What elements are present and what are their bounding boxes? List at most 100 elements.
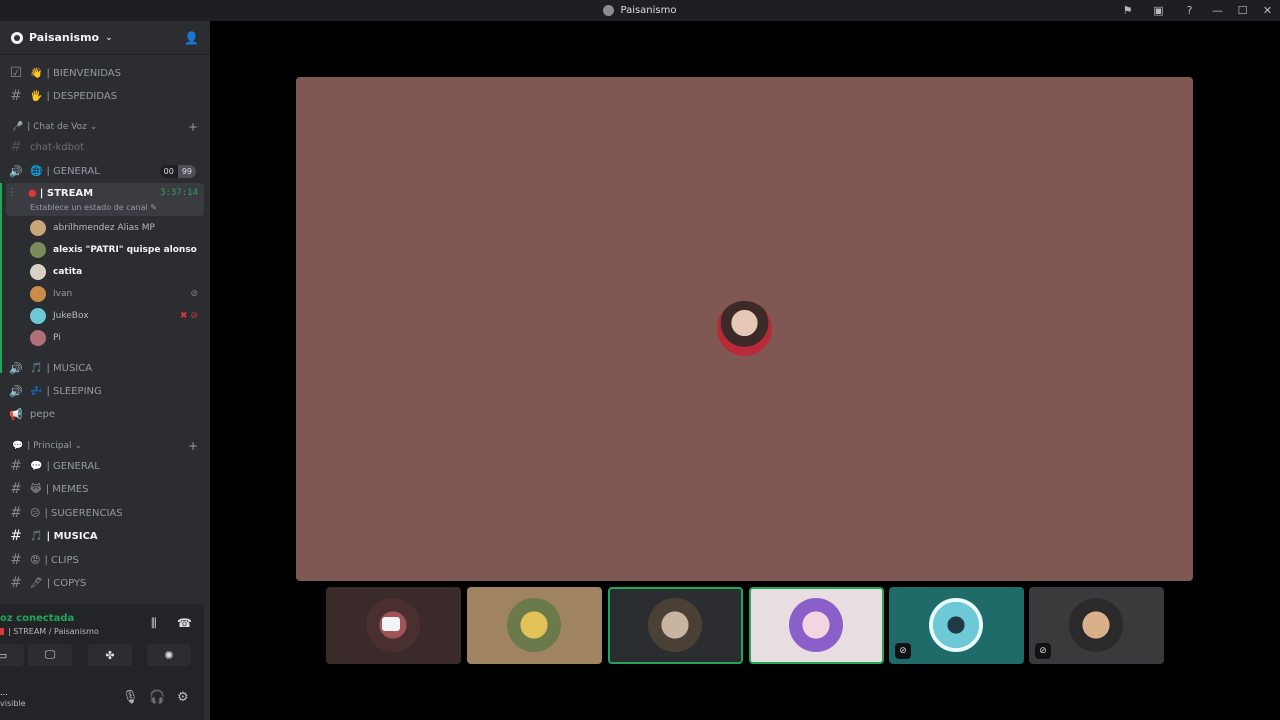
avatar	[30, 330, 46, 346]
headphones-icon[interactable]: 🎧	[149, 690, 165, 705]
maximize-button[interactable]: ☐	[1230, 0, 1255, 21]
avatar	[648, 598, 702, 652]
voice-channel-pepe[interactable]: 📢 pepe	[6, 403, 204, 425]
voice-channel-sleeping[interactable]: 🔊 💤 | SLEEPING	[6, 380, 204, 402]
avatar	[717, 301, 772, 356]
disconnect-icon[interactable]: ☎	[177, 616, 192, 630]
mic-off-icon: ⊘	[1035, 643, 1051, 659]
avatar	[507, 598, 561, 652]
audio-wave-icon: ⫶	[10, 185, 14, 200]
participant-tile-speaking[interactable]	[608, 587, 743, 664]
user-limit-badge: 00 99	[159, 164, 196, 178]
soundboard-button[interactable]: ✺	[147, 644, 191, 666]
voice-member[interactable]: catita	[30, 262, 202, 282]
red-dot-icon: ●	[28, 187, 37, 199]
channel-memes[interactable]: # 😹 | MEMES	[6, 478, 204, 500]
avatar	[1069, 598, 1123, 652]
channel-bienvenidas[interactable]: ☑ 👋 | BIENVENIDAS	[6, 62, 204, 84]
pencil-icon: ✎	[150, 203, 157, 212]
titlebar-actions: ⚑ ▣ ? — ☐ ✕	[1112, 0, 1280, 21]
avatar	[30, 264, 46, 280]
mic-off-icon: ⊘	[190, 289, 198, 299]
category-chat-de-voz[interactable]: 🎤 | Chat de Voz ⌄ +	[12, 119, 198, 135]
voice-channel-stream[interactable]: ⫶ ● | STREAM 3:37:14 Establece un estado…	[6, 183, 204, 216]
hash-icon: #	[10, 528, 22, 544]
close-button[interactable]: ✕	[1255, 0, 1280, 21]
channel-clips[interactable]: # 😡 | CLIPS	[6, 549, 204, 571]
minimize-button[interactable]: —	[1205, 0, 1230, 21]
avatar	[30, 308, 46, 324]
speech-bubble-icon: 💬	[12, 441, 24, 451]
window-title: Paisanismo	[603, 5, 677, 16]
activities-button[interactable]: ✤	[88, 644, 132, 666]
participant-tile-speaking[interactable]	[749, 587, 884, 664]
speaker-icon: 🔊	[9, 361, 23, 375]
voice-member[interactable]: abrilhmendez Alias MP	[30, 218, 202, 238]
avatar	[929, 598, 983, 652]
hash-icon: #	[10, 552, 22, 568]
flag-icon[interactable]: ⚑	[1112, 0, 1143, 21]
voice-channel-link[interactable]: | STREAM / Paisanismo	[0, 627, 99, 636]
rules-icon: ☑	[9, 65, 23, 81]
screen-share-icon: 🖵	[44, 648, 56, 661]
noise-suppression-icon[interactable]: ⫼	[151, 616, 157, 631]
voice-member[interactable]: Pi	[30, 328, 202, 348]
voice-member[interactable]: Ivan ⊘	[30, 284, 202, 304]
category-principal[interactable]: 💬 | Principal ⌄ +	[12, 438, 198, 454]
channel-copys[interactable]: # 🖊 | COPYS	[6, 572, 204, 594]
speaker-icon: 🔊	[9, 384, 23, 398]
guild-icon	[603, 5, 615, 16]
participant-tile[interactable]: ⊘	[1029, 587, 1164, 664]
guild-icon	[11, 31, 23, 44]
add-user-icon[interactable]: 👤	[184, 31, 199, 45]
hash-icon: #	[10, 88, 22, 104]
voice-member[interactable]: JukeBox ✖ ⊘	[30, 306, 202, 326]
screen-share-button[interactable]: 🖵	[28, 644, 72, 666]
voice-connection-panel: oz conectada | STREAM / Paisanismo ⫼ ☎ ▭…	[0, 604, 204, 720]
chevron-down-icon: ⌄	[89, 122, 98, 132]
avatar	[30, 242, 46, 258]
channel-status[interactable]: Establece un estado de canal ✎	[6, 203, 204, 212]
voice-channel-general[interactable]: 🔊 🌐 | GENERAL 00 99	[6, 160, 204, 182]
channel-general[interactable]: # 💬 | GENERAL	[6, 455, 204, 477]
title-bar: Paisanismo ⚑ ▣ ? — ☐ ✕	[0, 0, 1280, 21]
hash-icon: #	[10, 505, 22, 521]
camera-icon	[382, 617, 400, 631]
help-icon[interactable]: ?	[1174, 0, 1205, 21]
hash-icon: #	[10, 481, 22, 497]
add-channel-icon[interactable]: +	[188, 439, 198, 453]
guild-header[interactable]: Paisanismo ⌄ 👤	[0, 21, 210, 55]
participant-tile[interactable]	[326, 587, 461, 664]
channel-despedidas[interactable]: # 🖐 | DESPEDIDAS	[6, 85, 204, 107]
voice-member[interactable]: alexis "PATRI" quispe alonso	[30, 240, 202, 260]
chevron-down-icon: ⌄	[74, 441, 83, 451]
activities-icon: ✤	[105, 648, 115, 662]
mic-icon[interactable]: 🎙	[122, 690, 139, 705]
camera-button[interactable]: ▭	[0, 644, 24, 666]
add-channel-icon[interactable]: +	[188, 120, 198, 134]
avatar	[30, 286, 46, 302]
inbox-icon[interactable]: ▣	[1143, 0, 1174, 21]
deafened-icon: ✖ ⊘	[180, 311, 198, 321]
red-dot-icon	[0, 628, 4, 635]
participant-tile[interactable]	[467, 587, 602, 664]
chevron-down-icon: ⌄	[105, 32, 113, 43]
voice-channel-musica[interactable]: 🔊 🎵 | MUSICA	[6, 357, 204, 379]
connected-indicator	[0, 183, 2, 373]
channel-musica[interactable]: # 🎵 | MUSICA	[6, 525, 204, 547]
avatar	[30, 220, 46, 236]
channel-chat-kdbot[interactable]: # chat-kdbot	[6, 136, 204, 158]
hash-icon: #	[10, 139, 22, 155]
settings-icon[interactable]: ⚙	[177, 690, 189, 705]
avatar	[789, 598, 843, 652]
speaker-icon: 🔊	[9, 164, 23, 178]
soundboard-icon: ✺	[164, 648, 174, 662]
guild-name[interactable]: Paisanismo ⌄	[11, 31, 113, 44]
globe-icon: 🌐	[30, 165, 43, 177]
focused-video-tile[interactable]	[296, 77, 1193, 581]
user-panel: ... visible 🎙 🎧 ⚙	[0, 680, 204, 720]
participant-tile[interactable]: ⊘	[889, 587, 1024, 664]
stage-icon: 📢	[9, 407, 23, 421]
channel-sugerencias[interactable]: # 😕 | SUGERENCIAS	[6, 502, 204, 524]
hash-icon: #	[10, 458, 22, 474]
